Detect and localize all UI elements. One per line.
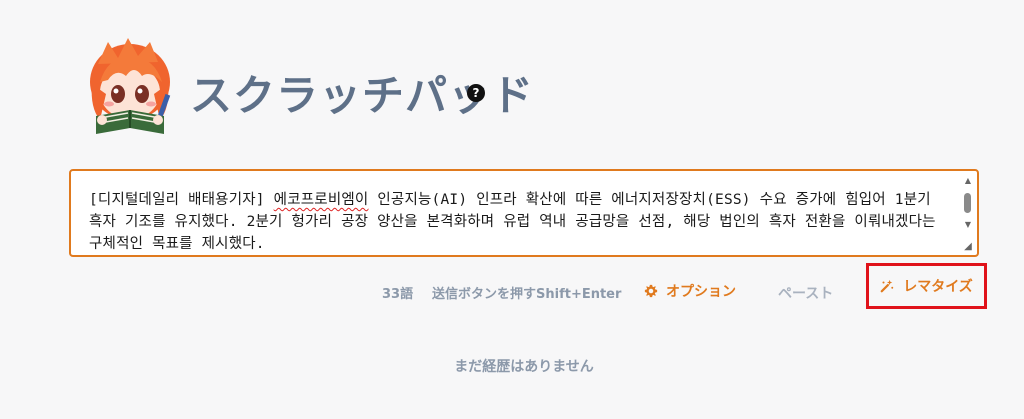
scratchpad-page: スクラッチパッド ? [디지털데일리 배태용기자] 에코프로비엠이 인공지능(A…: [0, 0, 1024, 419]
scratchpad-textarea[interactable]: [디지털데일리 배태용기자] 에코프로비엠이 인공지능(AI) 인프라 확산에 …: [69, 169, 979, 257]
paste-button[interactable]: ペースト: [778, 283, 833, 303]
scroll-up-arrow-icon[interactable]: ▲: [963, 177, 973, 185]
history-empty-message: まだ経歴はありません: [454, 359, 594, 375]
resize-handle-icon[interactable]: ◢: [962, 241, 974, 253]
options-label: オプション: [666, 284, 736, 300]
textarea-scrollbar[interactable]: ▲ ▼: [963, 177, 973, 239]
submit-hint: 送信ボタンを押すShift+Enter: [432, 287, 622, 302]
magic-wand-icon: [880, 279, 894, 293]
gear-icon: [644, 284, 658, 298]
text-segment: [디지털데일리 배태용기자]: [89, 192, 274, 208]
misspelled-word: 에코프로비엠이: [273, 192, 369, 208]
options-button[interactable]: オプション: [644, 279, 736, 303]
reading-girl-mascot-icon: [90, 38, 171, 134]
editor-toolbar: 33語 送信ボタンを押すShift+Enter オプション ペースト レマタイズ: [0, 263, 1024, 309]
textarea-content[interactable]: [디지털데일리 배태용기자] 에코프로비엠이 인공지능(AI) 인프라 확산에 …: [89, 189, 947, 257]
word-count: 33語: [382, 287, 414, 302]
scroll-thumb[interactable]: [964, 193, 971, 213]
scroll-down-arrow-icon[interactable]: ▼: [963, 221, 973, 229]
lemmatize-label: レマタイズ: [903, 279, 973, 295]
question-circle-icon[interactable]: ?: [467, 84, 485, 102]
lemmatize-button[interactable]: レマタイズ: [866, 263, 987, 309]
